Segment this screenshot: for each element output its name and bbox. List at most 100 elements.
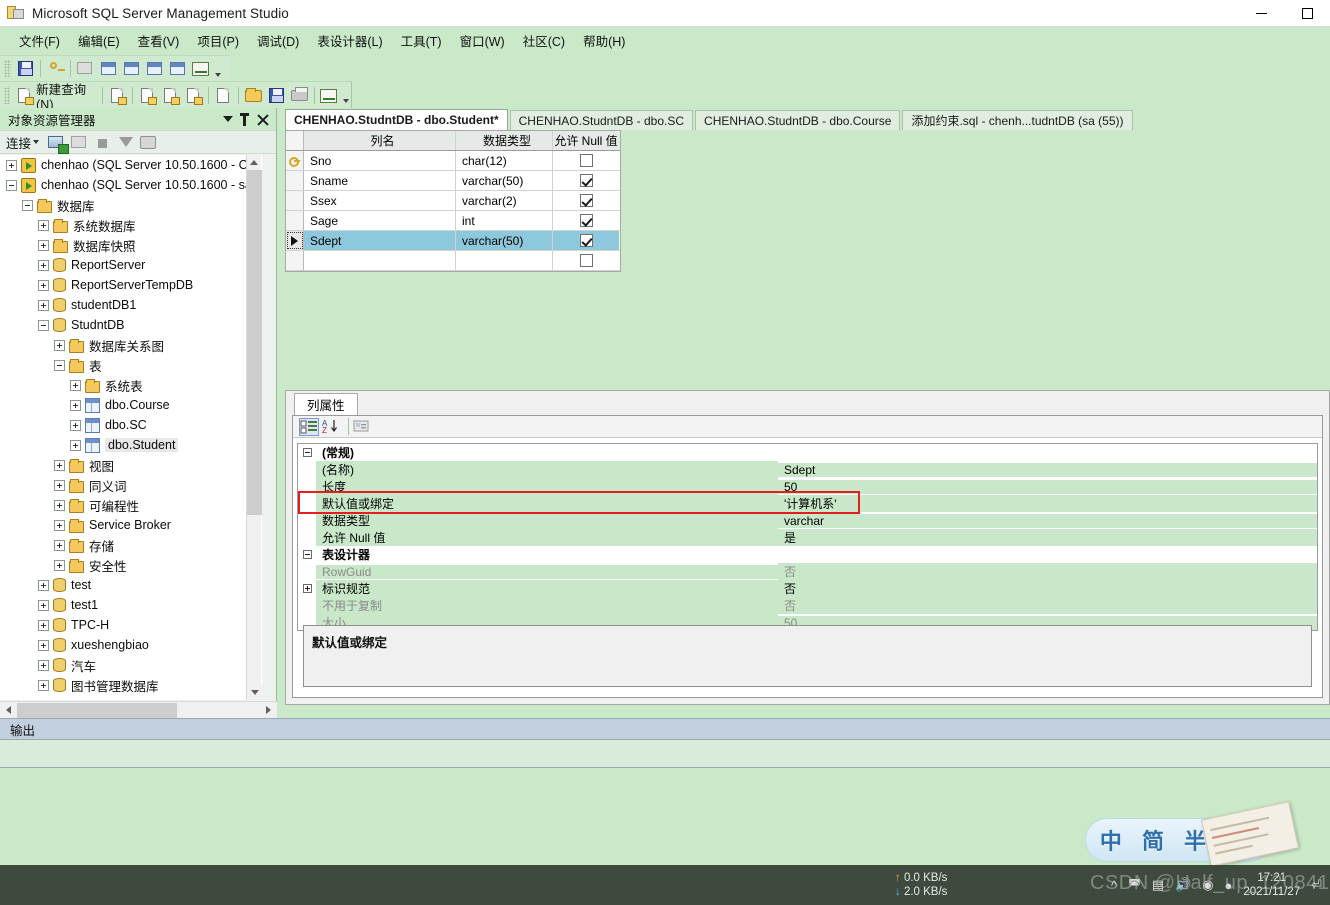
- allow-nulls-cell[interactable]: [553, 211, 619, 230]
- allow-nulls-checkbox[interactable]: [579, 174, 593, 187]
- column-name-cell[interactable]: Sage: [304, 211, 456, 230]
- object-explorer-vscrollbar[interactable]: [246, 155, 262, 700]
- tree-node[interactable]: 系统表: [0, 375, 262, 395]
- menu-item-table-designer[interactable]: 表设计器(L): [308, 28, 391, 53]
- collapse-icon[interactable]: [6, 179, 17, 191]
- chevron-down-icon[interactable]: [33, 140, 40, 144]
- expand-icon[interactable]: [54, 539, 65, 551]
- expand-icon[interactable]: [38, 259, 49, 271]
- alphabetical-icon[interactable]: AZ: [322, 418, 342, 436]
- expand-icon[interactable]: [298, 584, 316, 593]
- properties-grid[interactable]: (常规) (名称) Sdept 长度 50 默认值或绑定 '计算机系' 数据类型 varchar…: [297, 443, 1318, 631]
- menu-item-edit[interactable]: 编辑(E): [69, 28, 129, 53]
- tree-node[interactable]: 数据库关系图: [0, 335, 262, 355]
- allow-nulls-checkbox[interactable]: [579, 234, 593, 247]
- check-constraints-icon[interactable]: [167, 58, 188, 79]
- tree-node[interactable]: dbo.Course: [0, 395, 262, 415]
- allow-nulls-cell[interactable]: [553, 191, 619, 210]
- print-icon[interactable]: [289, 85, 310, 106]
- primary-key-icon[interactable]: [286, 151, 304, 170]
- data-type-cell[interactable]: varchar(50): [456, 171, 553, 190]
- scroll-up-button[interactable]: [247, 155, 261, 170]
- fulltext-index-icon[interactable]: [121, 58, 142, 79]
- collapse-icon[interactable]: [54, 359, 65, 371]
- allow-nulls-checkbox[interactable]: [579, 214, 593, 227]
- expand-icon[interactable]: [38, 219, 49, 231]
- tree-node[interactable]: test1: [0, 595, 262, 615]
- tree-node[interactable]: chenhao (SQL Server 10.50.1600 - sa: [0, 175, 262, 195]
- scroll-right-button[interactable]: [260, 702, 277, 719]
- scroll-down-button[interactable]: [247, 685, 262, 700]
- allow-nulls-checkbox[interactable]: [579, 154, 593, 167]
- new-query-button[interactable]: 新建查询(N): [36, 79, 99, 112]
- scroll-thumb[interactable]: [17, 702, 177, 718]
- expand-icon[interactable]: [38, 279, 49, 291]
- new-project-icon[interactable]: [213, 85, 234, 106]
- property-row[interactable]: 标识规范否: [298, 580, 1317, 597]
- expand-icon[interactable]: [38, 659, 49, 671]
- save-table-icon[interactable]: [15, 58, 36, 79]
- object-explorer-hscrollbar[interactable]: [0, 701, 277, 718]
- tree-node[interactable]: Service Broker: [0, 515, 262, 535]
- tree-node[interactable]: test: [0, 575, 262, 595]
- allow-nulls-checkbox[interactable]: [579, 254, 593, 267]
- column-name-cell[interactable]: Sdept: [304, 231, 456, 250]
- allow-nulls-checkbox[interactable]: [579, 194, 593, 207]
- menu-item-project[interactable]: 项目(P): [188, 28, 248, 53]
- expand-icon[interactable]: [38, 299, 49, 311]
- property-row[interactable]: 不用于复制否: [298, 597, 1317, 614]
- object-explorer-tree[interactable]: chenhao (SQL Server 10.50.1600 - Cl chenh…: [0, 155, 262, 700]
- expand-icon[interactable]: [38, 239, 49, 251]
- table-row[interactable]: [286, 251, 620, 271]
- table-row[interactable]: Sage int: [286, 211, 620, 231]
- expand-icon[interactable]: [54, 479, 65, 491]
- tree-node[interactable]: xueshengbiao: [0, 635, 262, 655]
- menu-item-debug[interactable]: 调试(D): [248, 28, 308, 53]
- collapse-icon[interactable]: [22, 199, 33, 211]
- expand-icon[interactable]: [54, 559, 65, 571]
- tree-node[interactable]: ReportServerTempDB: [0, 275, 262, 295]
- collapse-icon[interactable]: [298, 550, 316, 559]
- tree-node[interactable]: 视图: [0, 455, 262, 475]
- expand-icon[interactable]: [54, 499, 65, 511]
- save-icon[interactable]: [266, 85, 287, 106]
- expand-icon[interactable]: [70, 419, 81, 431]
- allow-nulls-cell[interactable]: [553, 251, 619, 270]
- manage-indexes-icon[interactable]: [98, 58, 119, 79]
- open-file-icon[interactable]: [243, 85, 264, 106]
- tree-node[interactable]: StudntDB: [0, 315, 262, 335]
- property-value[interactable]: 否: [778, 597, 1317, 614]
- activity-monitor-icon[interactable]: [318, 85, 339, 106]
- row-marker[interactable]: [286, 211, 304, 230]
- stop-icon[interactable]: [92, 132, 113, 153]
- table-designer-grid[interactable]: 列名 数据类型 允许 Null 值 Sno char(12) Sname varcha…: [285, 130, 621, 272]
- minimize-button[interactable]: [1238, 0, 1284, 27]
- expand-icon[interactable]: [54, 519, 65, 531]
- expand-icon[interactable]: [54, 459, 65, 471]
- row-marker[interactable]: [286, 251, 304, 270]
- column-name-cell[interactable]: Sno: [304, 151, 456, 170]
- tree-node[interactable]: studentDB1: [0, 295, 262, 315]
- new-mdx-query-icon[interactable]: [137, 85, 158, 106]
- tree-node[interactable]: 表: [0, 355, 262, 375]
- expand-icon[interactable]: [38, 679, 49, 691]
- toolbar-grip[interactable]: [4, 86, 11, 104]
- column-name-cell[interactable]: Sname: [304, 171, 456, 190]
- property-value[interactable]: Sdept: [778, 462, 1317, 477]
- new-dmx-query-icon[interactable]: [160, 85, 181, 106]
- filter-icon[interactable]: [115, 132, 136, 153]
- expand-icon[interactable]: [70, 439, 81, 451]
- refresh-icon[interactable]: [138, 132, 159, 153]
- menu-item-tools[interactable]: 工具(T): [392, 28, 451, 53]
- expand-icon[interactable]: [70, 399, 81, 411]
- new-xmla-query-icon[interactable]: [183, 85, 204, 106]
- property-value[interactable]: 否: [778, 563, 1317, 580]
- tree-node[interactable]: 数据库: [0, 195, 262, 215]
- tree-node[interactable]: 系统数据库: [0, 215, 262, 235]
- table-row[interactable]: Sno char(12): [286, 151, 620, 171]
- chevron-down-icon[interactable]: [223, 116, 233, 122]
- property-value[interactable]: varchar: [778, 513, 1317, 528]
- collapse-icon[interactable]: [298, 448, 316, 457]
- property-row[interactable]: (名称) Sdept: [298, 461, 1317, 478]
- property-category-row[interactable]: 表设计器: [298, 546, 1317, 563]
